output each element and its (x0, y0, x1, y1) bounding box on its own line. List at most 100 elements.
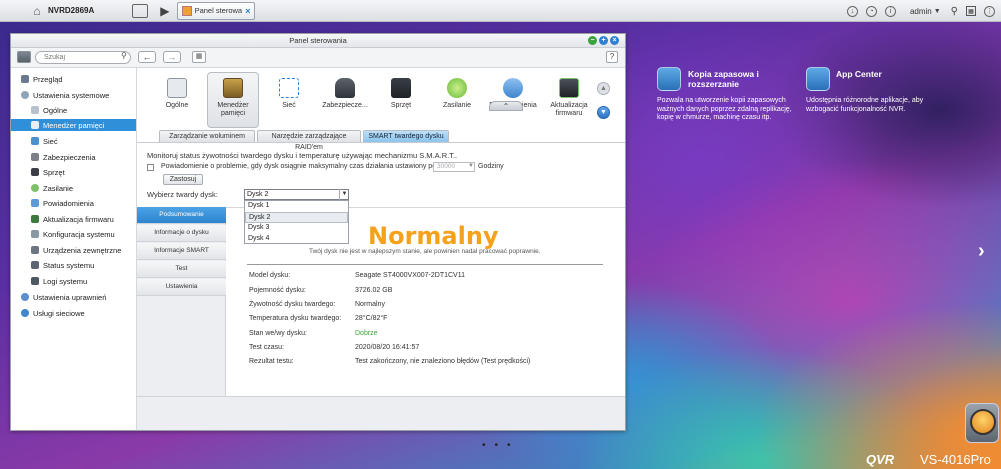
overview-icon (21, 75, 29, 83)
nas-name: NVRD2869A (48, 6, 95, 15)
chevron-right-icon[interactable]: › (978, 240, 985, 263)
help-button[interactable]: ? (606, 51, 618, 63)
model-label: VS-4016Pro (920, 452, 991, 467)
network-icon (279, 78, 299, 98)
nav-item-external-devices[interactable]: Urządzenia zewnętrzne (31, 244, 131, 256)
category-label: Zasilanie (442, 102, 471, 109)
tab-volume-management[interactable]: Zarządzanie woluminem (159, 130, 255, 142)
dropdown-option-disk-2[interactable]: Dysk 2 (245, 212, 348, 223)
taskbar-tab-control-panel[interactable]: Panel sterowa... × (177, 1, 256, 20)
divider (247, 264, 603, 265)
nav-label: Urządzenia zewnętrzne (43, 245, 122, 255)
nav-item-notifications[interactable]: Powiadomienia (31, 197, 131, 209)
close-icon[interactable]: × (245, 6, 250, 16)
dropdown-option-disk-1[interactable]: Dysk 1 (245, 201, 348, 212)
hardware-icon (391, 78, 411, 98)
general-icon (31, 106, 39, 114)
subtab-summary[interactable]: Podsumowanie (137, 207, 226, 224)
category-label: Aktualizacja firmwaru (550, 102, 588, 117)
category-general[interactable]: Ogólne (153, 78, 201, 110)
nav-item-network-services[interactable]: Usługi sieciowe (21, 307, 131, 319)
window-toolbar: ⚲ ← → ▦ ? (11, 48, 625, 68)
subtab-smart-info[interactable]: Informacje SMART (137, 243, 226, 260)
nav-item-power[interactable]: Zasilanie (31, 182, 131, 194)
sidebar-toggle-button[interactable] (17, 51, 31, 63)
dashboard-icon[interactable]: ▦ (966, 6, 976, 16)
forward-button[interactable]: → (163, 51, 181, 63)
tab-raid-management[interactable]: Narzędzie zarządzające RAID'em (257, 130, 361, 151)
category-security[interactable]: Zabezpiecze... (321, 78, 369, 110)
window-footer (137, 396, 625, 430)
window-title: Panel sterowania (289, 36, 347, 45)
category-storage-manager[interactable]: Menedżer pamięci (209, 78, 257, 118)
search-input[interactable] (35, 51, 131, 64)
search-icon[interactable]: ⚲ (951, 6, 958, 17)
back-button[interactable]: ← (138, 51, 156, 63)
close-button[interactable]: × (610, 36, 619, 45)
user-menu[interactable]: admin (910, 7, 932, 16)
home-icon[interactable]: ⌂ (30, 4, 44, 18)
dropdown-option-disk-4[interactable]: Dysk 4 (245, 234, 348, 245)
nav-item-system-status[interactable]: Status systemu (31, 259, 131, 271)
category-firmware-update[interactable]: Aktualizacja firmwaru (545, 78, 593, 118)
nav-item-privilege-settings[interactable]: Ustawienia uprawnień (21, 291, 131, 303)
nav-item-general[interactable]: Ogólne (31, 104, 131, 116)
search-icon[interactable]: ⚲ (121, 51, 127, 60)
dropdown-option-disk-3[interactable]: Dysk 3 (245, 223, 348, 234)
nav-label: Ustawienia uprawnień (33, 292, 107, 302)
info-value: Test zakończony, nie znaleziono błędów (… (355, 358, 531, 365)
nav-item-hardware[interactable]: Sprzęt (31, 166, 131, 178)
left-navigation: Przegląd Ustawienia systemowe Ogólne Men… (11, 68, 137, 430)
storage-icon (31, 121, 39, 129)
maximize-button[interactable]: + (599, 36, 608, 45)
nav-label: Sieć (43, 136, 58, 146)
subtab-test[interactable]: Test (137, 261, 226, 278)
minimize-button[interactable]: − (588, 36, 597, 45)
nav-item-system-logs[interactable]: Logi systemu (31, 275, 131, 287)
subtab-disk-info[interactable]: Informacje o dysku (137, 225, 226, 242)
grid-view-button[interactable]: ▦ (192, 51, 206, 63)
disk-select-label: Wybierz twardy dysk: (147, 190, 218, 199)
window-titlebar[interactable]: Panel sterowania − + × (11, 34, 625, 48)
info-value: 2020/08/20 16:41:57 (355, 344, 420, 351)
info-label: Żywotność dysku twardego: (249, 301, 336, 308)
subtab-settings[interactable]: Ustawienia (137, 279, 226, 296)
info-label: Model dysku: (249, 272, 291, 279)
chevron-down-icon[interactable]: ▼ (934, 8, 941, 15)
category-power[interactable]: Zasilanie (433, 78, 481, 110)
nav-item-overview[interactable]: Przegląd (21, 73, 131, 85)
apply-button[interactable]: Zastosuj (163, 174, 203, 185)
disk-select[interactable]: Dysk 2 (244, 189, 349, 200)
chevron-down-icon[interactable]: ▼ (467, 162, 475, 172)
nav-item-system-settings[interactable]: Ustawienia systemowe (21, 89, 131, 101)
page-indicator[interactable]: ••• (482, 440, 520, 451)
scroll-up-button[interactable]: ▲ (597, 82, 610, 95)
category-hardware[interactable]: Sprzęt (377, 78, 425, 110)
nav-item-system-configuration[interactable]: Konfiguracja systemu (31, 228, 131, 240)
scroll-down-button[interactable]: ▼ (597, 106, 610, 119)
nav-item-network[interactable]: Sieć (31, 135, 131, 147)
hardware-icon (31, 168, 39, 176)
nav-item-storage-manager[interactable]: Menedżer pamięci (11, 119, 136, 131)
chevron-down-icon[interactable]: ▼ (339, 189, 349, 200)
collapse-icon-row-button[interactable]: ⌃ (489, 101, 523, 111)
resource-monitor-widget[interactable] (965, 403, 999, 443)
disk-dropdown-list: Dysk 1 Dysk 2 Dysk 3 Dysk 4 (244, 200, 349, 244)
background-tasks-icon[interactable]: ◔ (865, 5, 877, 17)
info-label: Rezultat testu: (249, 358, 294, 365)
notification-checkbox[interactable] (147, 164, 154, 171)
lock-icon (31, 153, 39, 161)
disk-status-description: Twój dysk nie jest w najlepszym stanie, … (309, 248, 541, 255)
notification-icon[interactable]: i (884, 5, 896, 17)
download-icon[interactable]: ↓ (846, 5, 858, 17)
nav-item-security[interactable]: Zabezpieczenia (31, 151, 131, 163)
control-panel-icon (182, 5, 192, 16)
gear-icon (21, 91, 29, 99)
category-network[interactable]: Sieć (265, 78, 313, 110)
nav-label: Status systemu (43, 260, 95, 270)
tab-smart[interactable]: SMART twardego dysku (363, 130, 449, 142)
options-icon[interactable]: ⋮ (984, 5, 995, 17)
play-icon[interactable]: ▶ (160, 4, 169, 18)
nav-item-firmware-update[interactable]: Aktualizacja firmwaru (31, 213, 131, 225)
monitor-icon[interactable] (132, 3, 149, 18)
